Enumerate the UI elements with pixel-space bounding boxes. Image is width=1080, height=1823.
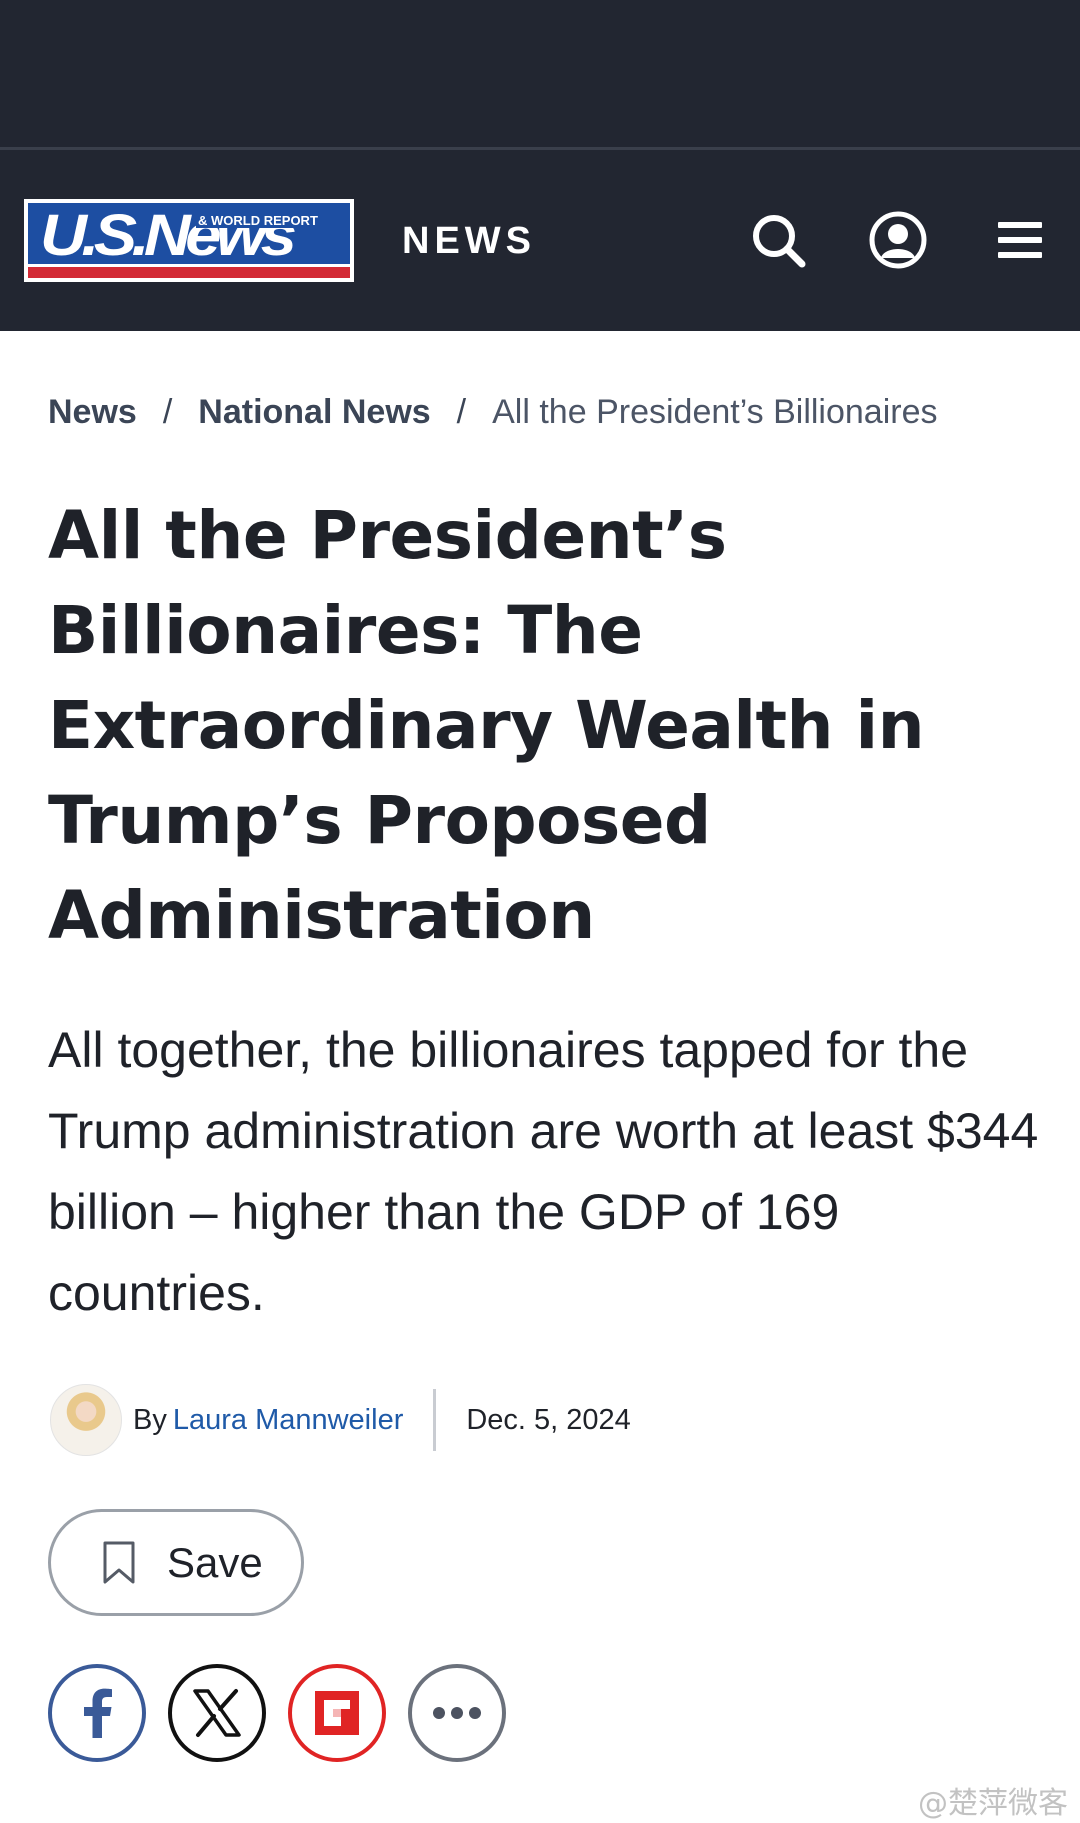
more-icon xyxy=(433,1707,481,1719)
site-header: U.S.News & WORLD REPORT NEWS xyxy=(0,150,1080,331)
byline-divider xyxy=(433,1389,437,1451)
save-label: Save xyxy=(167,1538,263,1586)
article-headline: All the President’s Billionaires: The Ex… xyxy=(48,497,925,954)
bookmark-icon xyxy=(103,1541,135,1583)
facebook-icon xyxy=(84,1688,112,1738)
usnews-logo[interactable]: U.S.News & WORLD REPORT xyxy=(24,199,354,282)
flipboard-icon xyxy=(315,1691,359,1735)
publish-date: Dec. 5, 2024 xyxy=(466,1403,631,1436)
share-bar xyxy=(48,1664,528,1762)
share-x-button[interactable] xyxy=(168,1664,266,1762)
author-link[interactable]: Laura Mannweiler xyxy=(173,1404,404,1437)
share-more-button[interactable] xyxy=(408,1664,506,1762)
article-dek: All together, the billionaires tapped fo… xyxy=(48,1022,1039,1321)
share-flipboard-button[interactable] xyxy=(288,1664,386,1762)
breadcrumb-separator: / xyxy=(456,393,467,431)
breadcrumb-current: All the President’s Billionaires xyxy=(492,393,938,431)
x-icon xyxy=(193,1689,241,1737)
breadcrumb: News / National News / All the President’s B… xyxy=(48,392,938,432)
breadcrumb-national-news[interactable]: National News xyxy=(198,393,430,431)
breadcrumb-news[interactable]: News xyxy=(48,393,137,431)
byline: By Laura Mannweiler Dec. 5, 2024 xyxy=(50,1384,631,1456)
byline-prefix: By xyxy=(133,1403,167,1436)
menu-icon xyxy=(998,222,1042,258)
account-button[interactable] xyxy=(868,210,928,270)
author-avatar[interactable] xyxy=(50,1384,122,1456)
breadcrumb-separator: / xyxy=(162,393,173,431)
menu-button[interactable] xyxy=(990,210,1050,270)
search-icon xyxy=(753,215,806,268)
save-button[interactable]: Save xyxy=(48,1509,304,1616)
top-strip xyxy=(0,0,1080,148)
watermark: @楚萍微客 xyxy=(918,1786,1068,1821)
account-icon xyxy=(869,211,927,269)
logo-subtitle: & WORLD REPORT xyxy=(196,213,320,228)
section-label[interactable]: NEWS xyxy=(402,220,536,263)
share-facebook-button[interactable] xyxy=(48,1664,146,1762)
logo-red-stripe xyxy=(28,267,350,278)
logo-badge: U.S.News & WORLD REPORT xyxy=(28,203,350,278)
search-button[interactable] xyxy=(748,210,808,270)
